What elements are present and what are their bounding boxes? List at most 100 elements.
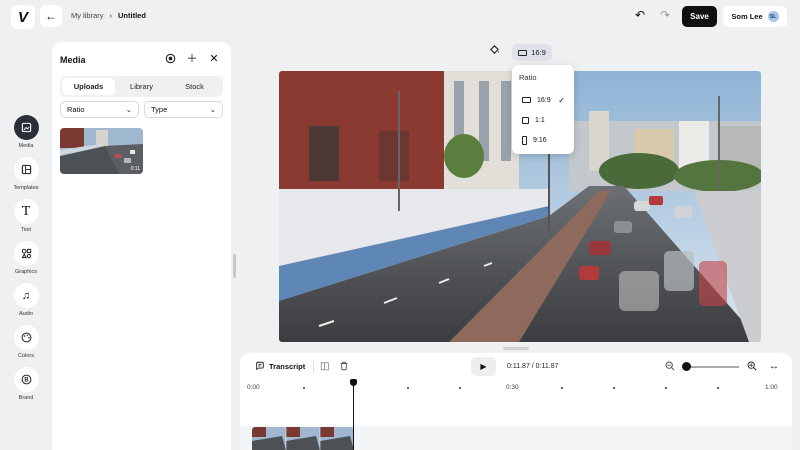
media-thumbnail[interactable]: 0:11 (60, 128, 143, 174)
rail-label: Brand (18, 395, 34, 401)
zoom-in-icon[interactable] (747, 361, 757, 374)
ratio-filter-label: Ratio (67, 105, 85, 114)
chevron-down-icon: ⌄ (125, 105, 132, 114)
rail-label: Colors (18, 353, 34, 359)
paint-bucket-icon[interactable] (487, 44, 501, 58)
media-panel: Media ＋ ✕ Uploads Library Stock Ratio ⌄ … (52, 42, 231, 450)
playhead-handle[interactable] (350, 379, 357, 386)
landscape-ratio-icon (522, 97, 531, 103)
timeline-tick: 1:00 (765, 384, 778, 391)
type-filter-label: Type (151, 105, 168, 114)
time-display: 0:11.87 / 0:11.87 (507, 363, 559, 370)
graphics-icon (13, 241, 39, 266)
clip-filmstrip (252, 427, 354, 450)
transcript-label: Transcript (269, 361, 306, 371)
rail-item-graphics[interactable]: Graphics (0, 241, 52, 283)
rail-item-audio[interactable]: ♫ Audio (0, 283, 52, 325)
text-icon: T (13, 199, 39, 224)
transcript-icon (256, 361, 264, 371)
audio-icon: ♫ (13, 283, 39, 308)
zoom-slider-knob[interactable] (682, 362, 691, 371)
record-icon[interactable] (164, 53, 176, 65)
user-menu-button[interactable]: Som Lee SL (723, 6, 787, 27)
rail-label: Graphics (14, 269, 37, 275)
trash-icon[interactable] (339, 361, 349, 374)
checkmark-icon: ✓ (558, 95, 565, 105)
tab-library[interactable]: Library (115, 78, 168, 95)
timeline-tick-dot (459, 387, 461, 389)
ratio-option-label: 9:16 (533, 136, 547, 144)
chevron-right-icon: › (109, 11, 113, 20)
aspect-ratio-value: 16:9 (531, 48, 546, 57)
zoom-slider-track[interactable] (684, 366, 739, 368)
panel-resize-handle[interactable] (233, 254, 236, 278)
arrow-left-icon: ← (45, 9, 57, 23)
ratio-option-16-9[interactable]: 16:9 ✓ (516, 92, 570, 108)
zoom-out-icon[interactable] (665, 361, 675, 374)
svg-text:B: B (24, 378, 29, 384)
breadcrumb: My library › Untitled (71, 11, 146, 20)
timeline-tick-dot (717, 387, 719, 389)
add-icon[interactable]: ＋ (186, 53, 198, 65)
ratio-option-9-16[interactable]: 9:16 (516, 132, 570, 148)
colors-icon (13, 325, 39, 350)
thumbnail-duration: 0:11 (130, 166, 140, 172)
templates-icon (13, 157, 39, 182)
rail-item-text[interactable]: T Text (0, 199, 52, 241)
timeline-resize-grip[interactable] (503, 347, 529, 350)
play-icon: ▶ (480, 362, 487, 371)
vimeo-logo[interactable]: V (11, 5, 35, 29)
timeline-tick: 0:00 (247, 384, 260, 391)
left-rail: Media Templates T Text Graphics ♫ Audio … (0, 115, 52, 409)
user-name: Som Lee (731, 12, 763, 21)
rail-item-colors[interactable]: Colors (0, 325, 52, 367)
split-icon[interactable]: ◫ (320, 361, 329, 372)
timeline-tick: 0:30 (506, 384, 519, 391)
aspect-ratio-button[interactable]: 16:9 (512, 44, 552, 61)
media-tabs: Uploads Library Stock (60, 76, 223, 97)
play-button[interactable]: ▶ (471, 357, 496, 376)
rail-label: Templates (13, 185, 39, 191)
transcript-button[interactable]: Transcript (255, 361, 305, 371)
brand-icon: B (13, 367, 39, 392)
landscape-ratio-icon (518, 49, 528, 56)
fit-width-icon[interactable]: ↔ (769, 361, 779, 372)
rail-label: Audio (18, 311, 34, 317)
ratio-option-1-1[interactable]: 1:1 (516, 112, 570, 128)
tab-stock[interactable]: Stock (168, 78, 221, 95)
tab-uploads[interactable]: Uploads (62, 78, 115, 95)
timeline-tick-dot (407, 387, 409, 389)
close-icon[interactable]: ✕ (208, 53, 220, 65)
type-filter-select[interactable]: Type ⌄ (144, 101, 223, 118)
undo-icon[interactable]: ↶ (633, 8, 647, 22)
timeline-tick-dot (561, 387, 563, 389)
timeline-panel: Transcript ◫ ▶ 0:11.87 / 0:11.87 ↔ 0:00 … (240, 353, 792, 450)
ratio-option-label: 1:1 (535, 116, 545, 124)
timeline-tick-dot (613, 387, 615, 389)
avatar: SL (767, 11, 779, 22)
ratio-filter-select[interactable]: Ratio ⌄ (60, 101, 139, 118)
rail-label: Media (18, 143, 34, 149)
rail-item-media[interactable]: Media (0, 115, 52, 157)
media-icon (13, 115, 39, 140)
playhead-line[interactable] (353, 379, 354, 450)
square-ratio-icon (522, 116, 529, 124)
breadcrumb-current[interactable]: Untitled (118, 11, 146, 20)
ratio-dropdown-title: Ratio (519, 73, 537, 82)
toolbar-divider (313, 360, 314, 373)
ratio-option-label: 16:9 (537, 96, 551, 104)
rail-item-brand[interactable]: B Brand (0, 367, 52, 409)
save-button[interactable]: Save (682, 6, 717, 27)
ratio-dropdown: Ratio 16:9 ✓ 1:1 9:16 (512, 65, 574, 154)
rail-label: Text (20, 227, 32, 233)
timeline-tick-dot (303, 387, 305, 389)
redo-icon[interactable]: ↷ (658, 8, 672, 22)
portrait-ratio-icon (522, 135, 527, 145)
breadcrumb-my-library[interactable]: My library (71, 11, 104, 20)
chevron-down-icon: ⌄ (209, 105, 216, 114)
back-button[interactable]: ← (40, 5, 62, 27)
video-clip[interactable] (252, 427, 354, 450)
media-panel-title: Media (60, 55, 86, 65)
rail-item-templates[interactable]: Templates (0, 157, 52, 199)
timeline-tick-dot (665, 387, 667, 389)
